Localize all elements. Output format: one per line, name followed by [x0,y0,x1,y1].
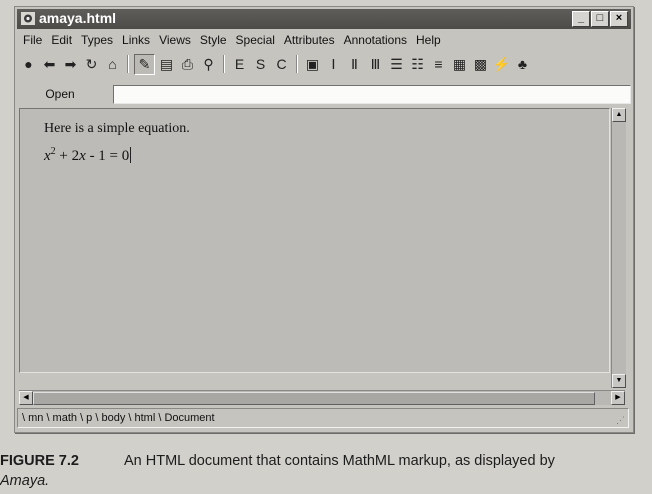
maximize-button[interactable]: □ [591,11,609,27]
code-icon[interactable]: C [272,55,291,74]
equation-tail: - 1 = 0 [85,148,130,164]
menu-annotations[interactable]: Annotations [340,31,412,50]
open-bar: Open [19,83,631,107]
reload-icon[interactable]: ↻ [82,55,101,74]
menu-links[interactable]: Links [118,31,155,50]
app-window: amaya.html _ □ × File Edit Types Links V… [14,6,634,433]
table-grid-icon[interactable]: ▩ [471,55,490,74]
toolbar-separator [127,55,129,73]
menu-views[interactable]: Views [155,31,196,50]
menu-attributes[interactable]: Attributes [280,31,340,50]
equation-variable: x [44,148,51,164]
open-button[interactable]: Open [21,85,99,104]
bulleted-list-icon[interactable]: ☰ [387,55,406,74]
heading3-icon[interactable]: Ⅲ [366,55,385,74]
forward-icon[interactable]: ➡ [61,55,80,74]
toolbar-separator [223,55,225,73]
url-input[interactable] [113,85,631,104]
find-icon[interactable]: ⚲ [199,55,218,74]
menu-special[interactable]: Special [232,31,280,50]
heading2-icon[interactable]: Ⅱ [345,55,364,74]
title-bar[interactable]: amaya.html _ □ × [17,9,631,29]
table-icon[interactable]: ▦ [450,55,469,74]
math-equation[interactable]: x2 + 2x - 1 = 0 [44,146,132,165]
menu-file[interactable]: File [19,31,47,50]
numbered-list-icon[interactable]: ☷ [408,55,427,74]
text-cursor [130,147,132,163]
heading1-icon[interactable]: Ⅰ [324,55,343,74]
emphasis-icon[interactable]: E [230,55,249,74]
caption-text-continued: Amaya. [0,473,50,489]
caption-text: An HTML document that contains MathML ma… [124,453,555,469]
equation-variable-2: x [79,148,86,164]
horizontal-scroll-thumb[interactable] [33,392,595,405]
equation-term: + 2 [55,148,80,164]
stop-icon[interactable]: ● [19,55,38,74]
save-icon[interactable]: ▤ [157,55,176,74]
figure-label: FIGURE 7.2 [0,453,79,469]
toolbar-separator [296,55,298,73]
print-icon[interactable]: ⎙ [178,55,197,74]
scroll-right-icon[interactable]: ▶ [611,391,625,405]
back-icon[interactable]: ⬅ [40,55,59,74]
edit-mode-icon[interactable]: ✎ [134,53,155,75]
toolbar: ● ⬅ ➡ ↻ ⌂ ✎ ▤ ⎙ ⚲ E S C ▣ Ⅰ Ⅱ Ⅲ ☰ ☷ ≡ ▦ ▩ ⚡ ♣ [19,51,629,77]
document-area[interactable]: Here is a simple equation. x2 + 2x - 1 =… [19,108,610,373]
status-bar: \ mn \ math \ p \ body \ html \ Document… [17,408,629,428]
menu-help[interactable]: Help [412,31,446,50]
scroll-up-icon[interactable]: ▲ [612,108,626,122]
scroll-left-icon[interactable]: ◀ [19,391,33,405]
close-button[interactable]: × [610,11,628,27]
horizontal-scrollbar[interactable]: ◀ ▶ [19,390,625,405]
menu-edit[interactable]: Edit [47,31,77,50]
window-title: amaya.html [39,10,117,26]
math-icon[interactable]: ♣ [513,55,532,74]
home-icon[interactable]: ⌂ [103,55,122,74]
link-icon[interactable]: ⚡ [492,55,511,74]
amaya-app-icon [21,12,35,25]
vertical-scrollbar[interactable]: ▲ ▼ [611,108,626,388]
document-paragraph[interactable]: Here is a simple equation. [44,121,190,137]
menu-types[interactable]: Types [77,31,118,50]
minimize-button[interactable]: _ [572,11,590,27]
definition-list-icon[interactable]: ≡ [429,55,448,74]
image-icon[interactable]: ▣ [303,55,322,74]
menu-style[interactable]: Style [196,31,232,50]
scroll-down-icon[interactable]: ▼ [612,374,626,388]
resize-grip-icon[interactable]: ⋰ [616,415,626,425]
menu-bar: File Edit Types Links Views Style Specia… [19,31,629,50]
element-path: \ mn \ math \ p \ body \ html \ Document [22,412,215,424]
strong-icon[interactable]: S [251,55,270,74]
window-controls: _ □ × [572,11,628,27]
